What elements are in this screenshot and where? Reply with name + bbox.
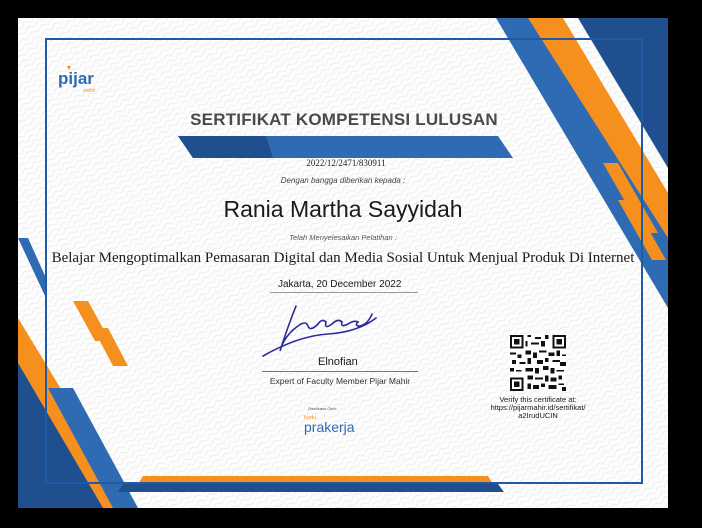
date-divider	[270, 292, 418, 293]
recipient-name: Rania Martha Sayyidah	[223, 196, 463, 222]
signer-title: Expert of Faculty Member Pijar Mahir	[269, 376, 411, 386]
certificate: pijar mahir SERTIFIKAT KOMPETENSI LULUSA…	[18, 18, 668, 508]
svg-text:mahir: mahir	[83, 88, 96, 94]
course-title: Belajar Mengoptimalkan Pemasaran Digital…	[51, 250, 635, 266]
svg-text:prakerja: prakerja	[304, 419, 355, 435]
completed-label: Telah Menyelesaikan Pelatihan :	[289, 233, 397, 242]
signature-image	[262, 305, 377, 357]
certificate-title: SERTIFIKAT KOMPETENSI LULUSAN	[190, 110, 498, 129]
signer-name: Elnofian	[318, 356, 358, 368]
verify-code: a2IrudUCIN	[518, 411, 558, 420]
prakerja-logo: kartu prakerja	[304, 411, 384, 440]
issue-date: Jakarta, 20 December 2022	[278, 279, 402, 290]
signature-line	[262, 371, 418, 372]
verification-qr-code[interactable]	[510, 334, 566, 392]
certificate-number: 2022/12/2471/830911	[306, 158, 386, 168]
svg-text:pijar: pijar	[58, 69, 94, 88]
intro-text: Dengan bangga diberikan kepada :	[280, 176, 406, 185]
verification-text: Verify this certificate at: https://pija…	[476, 396, 600, 420]
bottom-navy-stripe	[118, 484, 504, 492]
pijar-logo: pijar mahir	[58, 66, 118, 101]
